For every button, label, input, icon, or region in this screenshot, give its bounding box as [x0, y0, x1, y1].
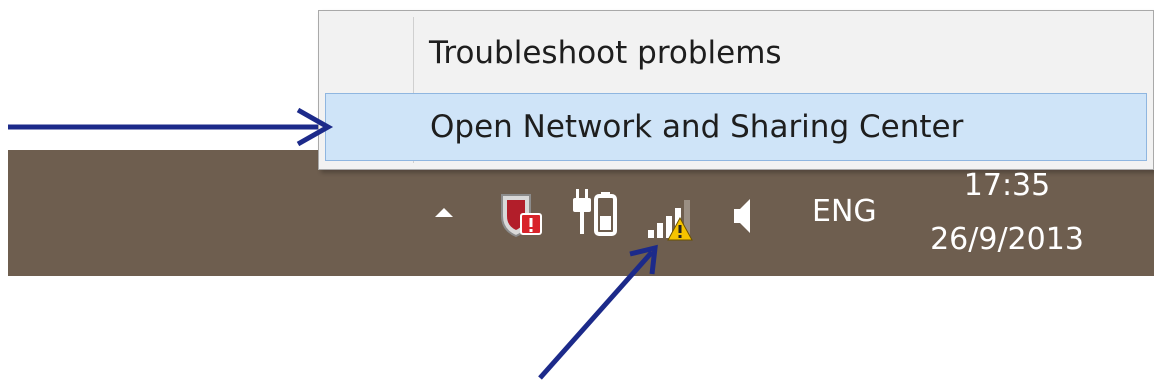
speaker-volume-icon	[734, 199, 750, 233]
security-shield-icon	[501, 194, 542, 238]
menu-item-open-network-sharing-center[interactable]: Open Network and Sharing Center	[325, 93, 1147, 161]
menu-item-label: Open Network and Sharing Center	[430, 109, 964, 145]
network-signal-warning-icon	[648, 200, 693, 241]
clock-time: 17:35	[963, 168, 1051, 203]
power-tray-button[interactable]	[570, 186, 620, 242]
clock-date: 26/9/2013	[930, 222, 1084, 257]
menu-item-label: Troubleshoot problems	[429, 35, 782, 71]
volume-tray-button[interactable]	[728, 194, 758, 238]
menu-item-troubleshoot-problems[interactable]: Troubleshoot problems	[325, 19, 1147, 87]
input-language-indicator[interactable]: ENG	[812, 194, 877, 229]
taskbar-clock[interactable]: 17:35 26/9/2013	[912, 166, 1102, 270]
network-tray-button[interactable]	[644, 194, 700, 244]
chevron-up-icon	[435, 208, 453, 217]
arrow-pointing-to-menu-item	[8, 107, 334, 147]
network-context-menu: Troubleshoot problems Open Network and S…	[318, 10, 1154, 170]
screenshot-stage: Troubleshoot problems Open Network and S…	[0, 0, 1154, 385]
action-center-tray-button[interactable]	[496, 190, 546, 240]
show-hidden-icons-button[interactable]	[432, 200, 456, 224]
power-battery-icon	[573, 189, 617, 236]
